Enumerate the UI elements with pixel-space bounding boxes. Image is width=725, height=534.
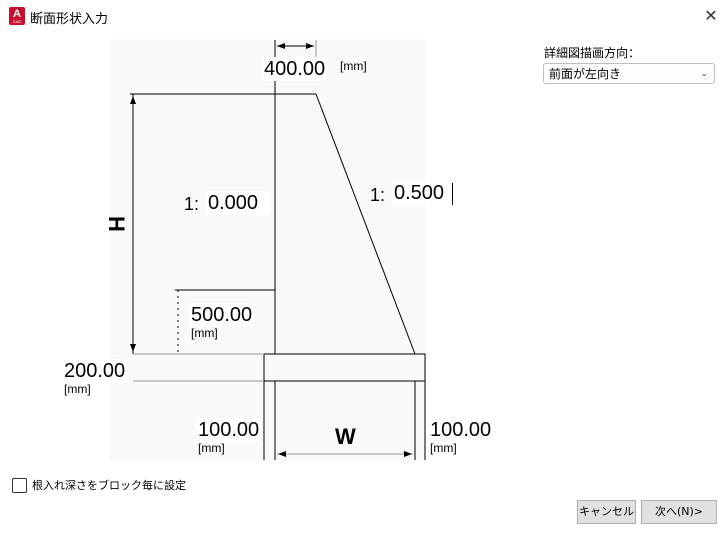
arrow-top-left (277, 43, 285, 49)
base-slab (263, 353, 426, 382)
direction-select[interactable]: 前面が左向き ⌄ (543, 63, 715, 84)
direction-label: 詳細図描画方向： (544, 46, 641, 60)
base-height-unit: [mm] (64, 382, 91, 396)
chevron-down-icon: ⌄ (700, 69, 708, 79)
width-label: W (335, 424, 356, 449)
embed-depth-label: 根入れ深さをブロック毎に設定 (32, 479, 186, 492)
arrow-h-top (130, 96, 136, 104)
step-height-input[interactable]: 500.00 (189, 303, 255, 327)
embed-depth-checkbox[interactable] (12, 478, 27, 493)
right-toe-unit: [mm] (430, 441, 457, 455)
top-width-unit: [mm] (340, 59, 367, 73)
text-caret (452, 183, 453, 205)
wall-back-slope (315, 93, 416, 355)
height-label: H (103, 216, 129, 232)
arrow-top-right (306, 43, 314, 49)
base-height-input[interactable]: 200.00 (62, 359, 128, 383)
arrow-w-right (404, 451, 412, 457)
left-slope-prefix: 1: (184, 194, 200, 214)
arrow-h-bottom (130, 344, 136, 352)
left-toe-input[interactable]: 100.00 (196, 418, 262, 442)
left-toe-unit: [mm] (198, 441, 225, 455)
left-slope-input[interactable]: 0.000 (206, 191, 270, 215)
right-toe-input[interactable]: 100.00 (428, 418, 494, 442)
cancel-button[interactable]: キャンセル (577, 500, 636, 524)
arrow-w-left (278, 451, 286, 457)
step-height-unit: [mm] (191, 326, 218, 340)
right-slope-input[interactable]: 0.500 (392, 181, 456, 205)
right-slope-prefix: 1: (370, 185, 386, 205)
direction-selected: 前面が左向き (549, 67, 622, 81)
next-button[interactable]: 次へ(N)> (641, 500, 717, 524)
top-width-input[interactable]: 400.00 (262, 57, 328, 81)
